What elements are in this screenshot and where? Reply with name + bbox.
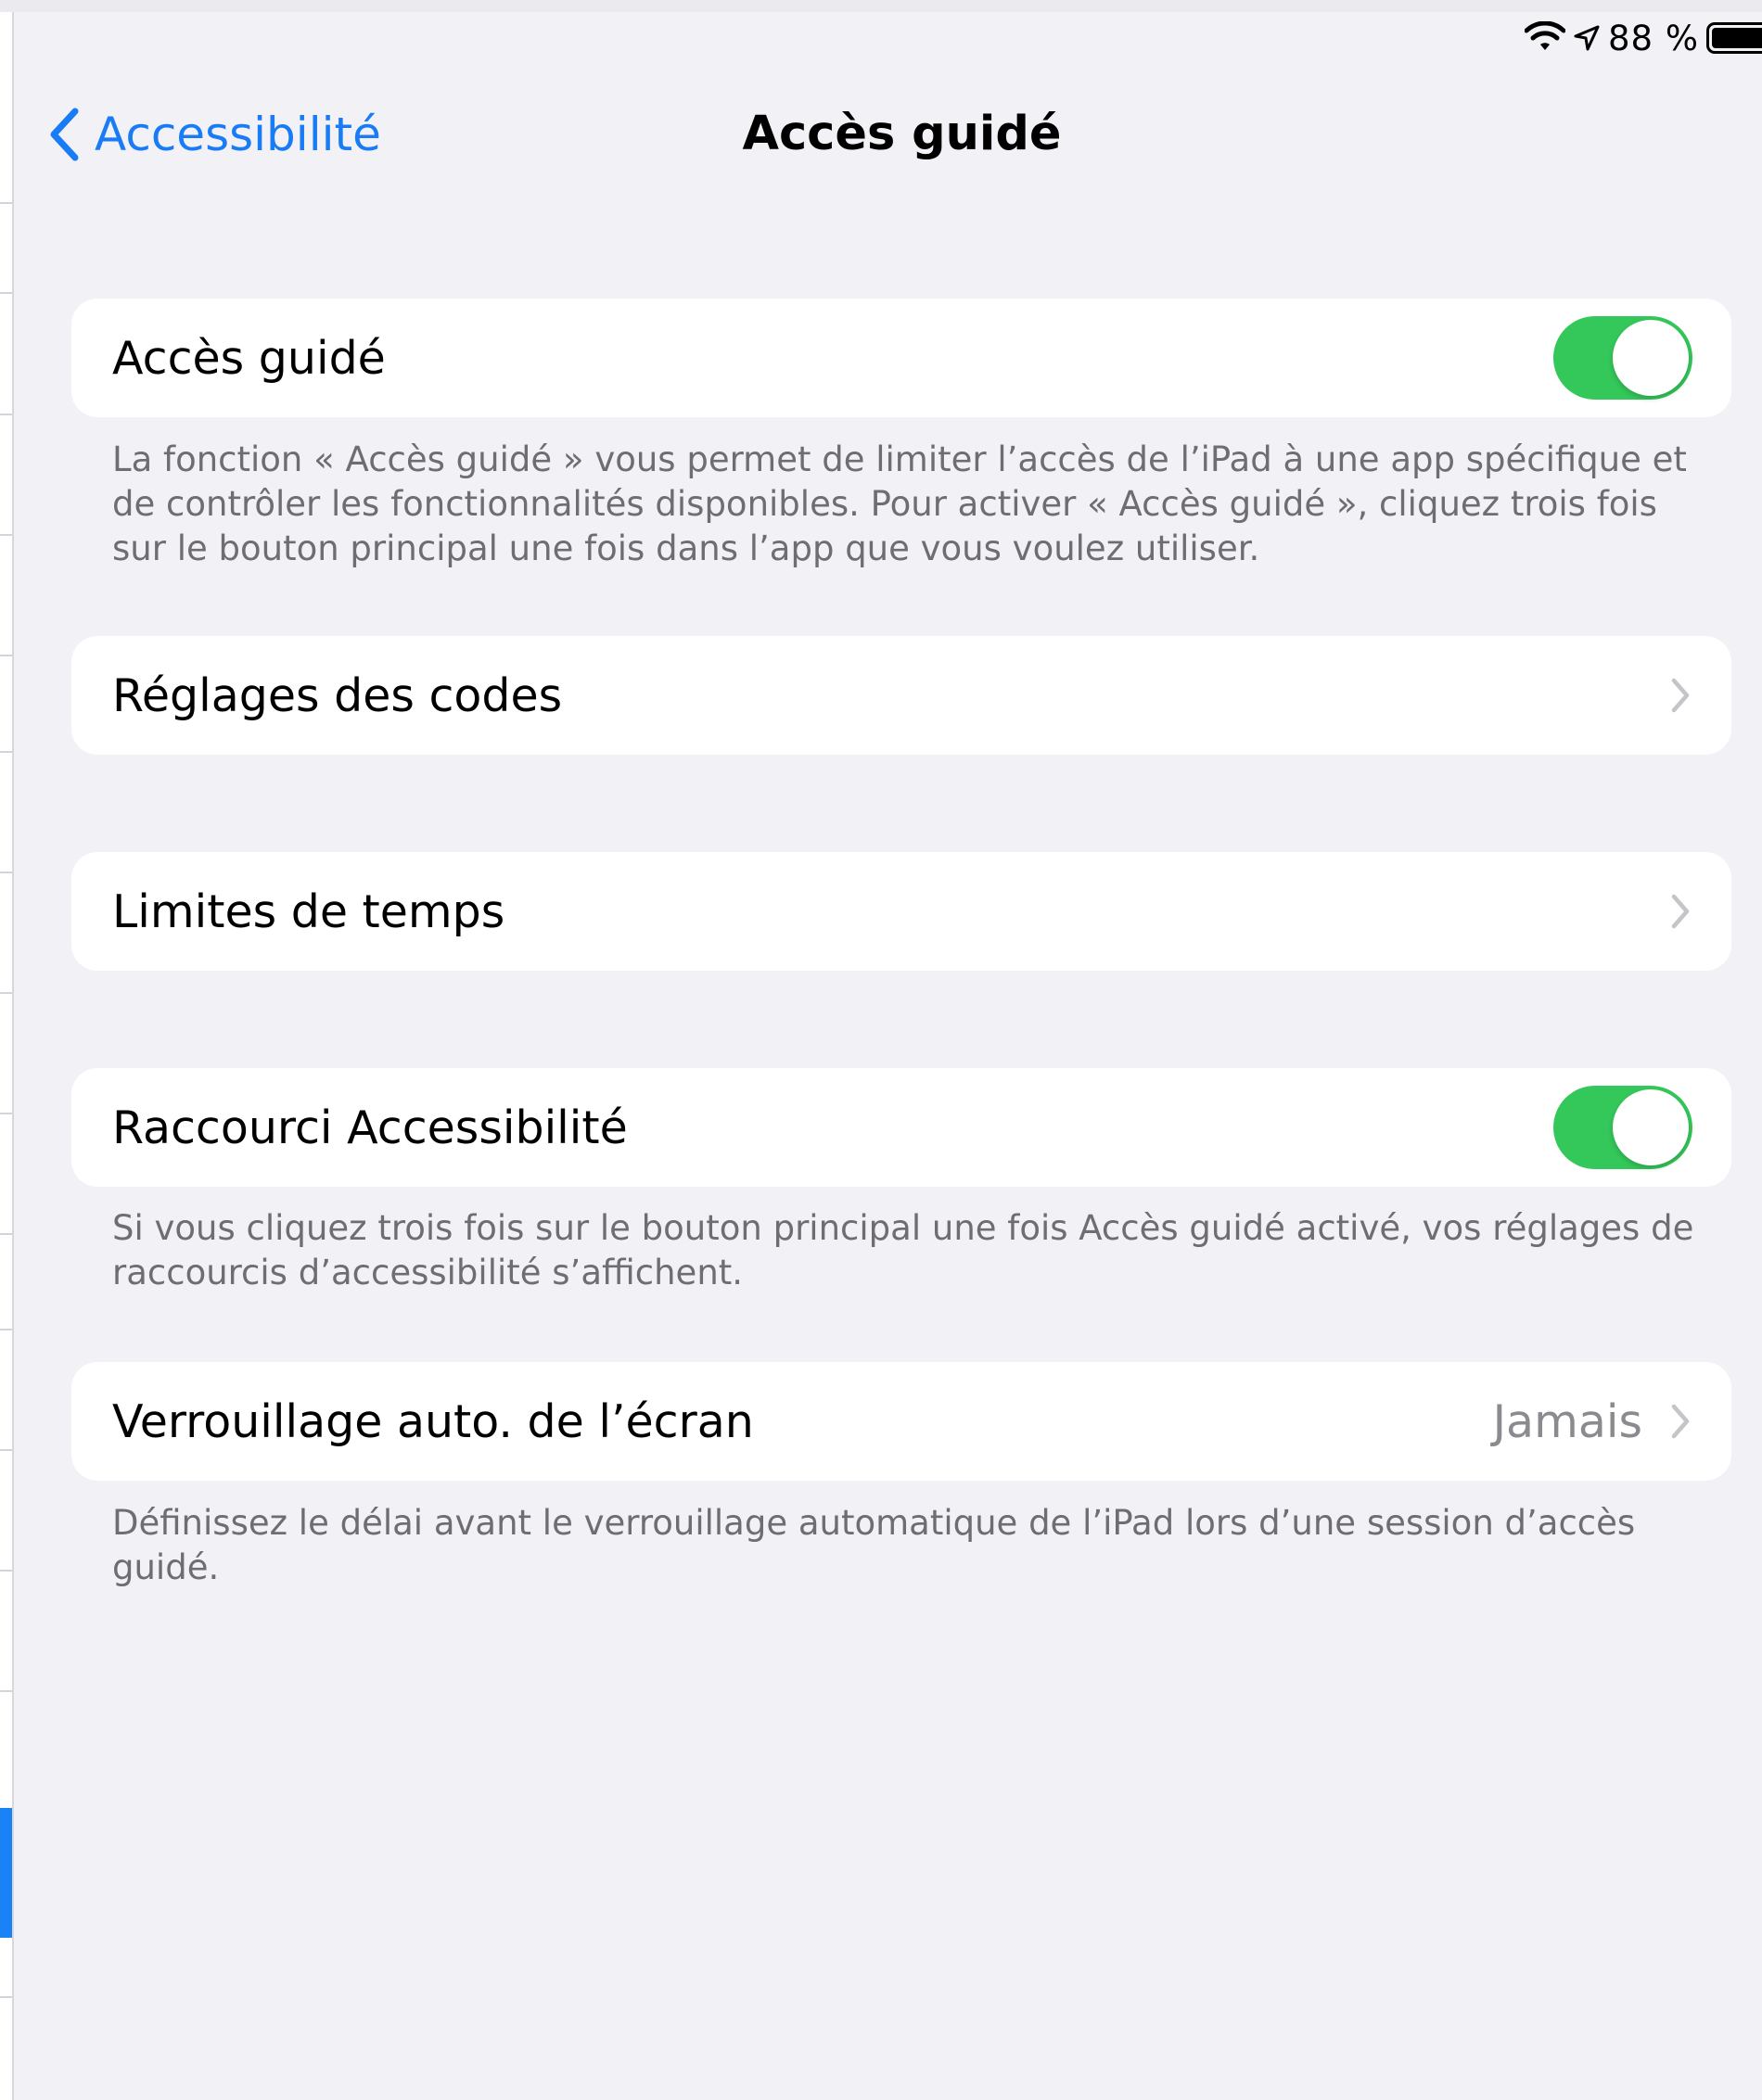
time-limits-row[interactable]: Limites de temps xyxy=(71,852,1731,971)
auto-lock-row[interactable]: Verrouillage auto. de l’écran Jamais xyxy=(71,1362,1731,1481)
page-title: Accès guidé xyxy=(742,107,1062,161)
auto-lock-footer: Définissez le délai avant le verrouillag… xyxy=(112,1503,1636,1587)
passcode-settings-label: Réglages des codes xyxy=(112,668,563,722)
toggle-knob xyxy=(1613,1089,1689,1165)
wifi-icon xyxy=(1525,21,1565,50)
guided-access-row: Accès guidé xyxy=(71,299,1731,417)
status-bar: 88 % xyxy=(1525,17,1762,59)
master-list-edge xyxy=(0,12,14,2100)
guided-access-toggle[interactable] xyxy=(1553,316,1692,400)
battery-percent: 88 % xyxy=(1608,18,1699,58)
battery-icon xyxy=(1706,22,1762,54)
chevron-right-icon xyxy=(1671,678,1690,713)
guided-access-footer: La fonction « Accès guidé » vous permet … xyxy=(112,439,1687,568)
accessibility-shortcut-toggle[interactable] xyxy=(1553,1086,1692,1169)
accessibility-shortcut-row: Raccourci Accessibilité xyxy=(71,1068,1731,1187)
chevron-right-icon xyxy=(1671,894,1690,929)
accessibility-shortcut-label: Raccourci Accessibilité xyxy=(112,1101,628,1154)
location-arrow-icon xyxy=(1574,25,1600,51)
guided-access-label: Accès guidé xyxy=(112,331,386,385)
top-edge xyxy=(0,0,1762,12)
time-limits-label: Limites de temps xyxy=(112,885,505,938)
chevron-right-icon xyxy=(1671,1404,1690,1439)
auto-lock-label: Verrouillage auto. de l’écran xyxy=(112,1394,754,1448)
toggle-knob xyxy=(1613,320,1689,396)
accessibility-shortcut-footer: Si vous cliquez trois fois sur le bouton… xyxy=(112,1208,1694,1292)
selected-list-item[interactable] xyxy=(0,1808,12,1938)
passcode-settings-row[interactable]: Réglages des codes xyxy=(71,636,1731,755)
auto-lock-value: Jamais xyxy=(1492,1394,1642,1448)
